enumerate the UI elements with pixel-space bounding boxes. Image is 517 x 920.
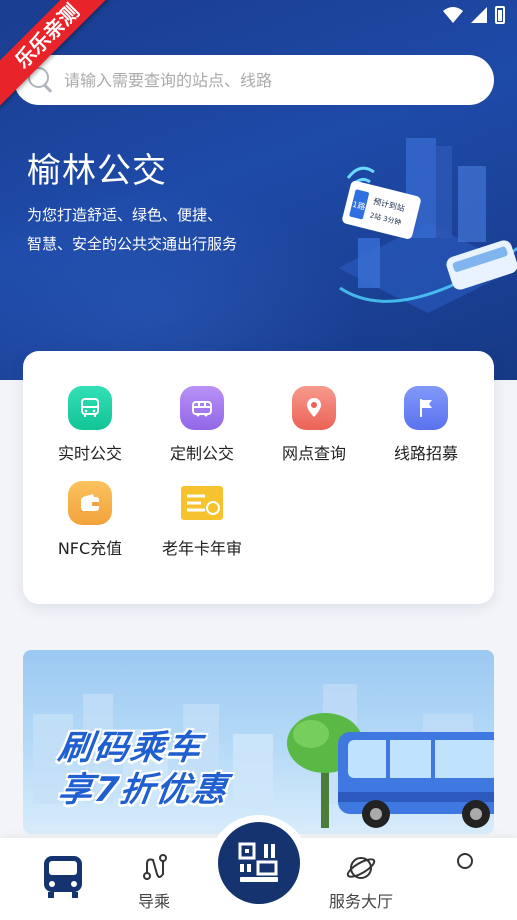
scan-qr-button[interactable]	[218, 822, 300, 904]
signal-icon	[471, 7, 487, 23]
menu-item-realtime-bus[interactable]: 实时公交	[34, 386, 146, 464]
qr-code-icon	[238, 842, 278, 882]
tab-service-hall-label: 服务大厅	[328, 892, 393, 911]
menu-label: 网点查询	[281, 444, 346, 463]
tab-service-hall[interactable]: 服务大厅	[311, 838, 411, 920]
profile-icon	[457, 853, 473, 869]
bus-icon	[68, 386, 112, 430]
promo-banner[interactable]: 刷码乘车 享7折优惠	[23, 650, 494, 834]
page-title: 榆林公交	[27, 151, 167, 191]
menu-label: 定制公交	[169, 444, 234, 463]
bus-illustration	[338, 732, 494, 828]
menu-item-route-recruit[interactable]: 线路招募	[370, 386, 482, 464]
senior-card-icon	[180, 481, 224, 525]
promo-line2: 享7折优惠	[55, 770, 231, 810]
tab-guide-label: 导乘	[137, 892, 170, 911]
flag-icon	[404, 386, 448, 430]
route-icon	[143, 854, 167, 880]
menu-label: 线路招募	[393, 444, 458, 463]
menu-label: 实时公交	[57, 444, 122, 463]
tab-guide[interactable]: 导乘	[104, 838, 204, 920]
location-icon	[292, 386, 336, 430]
hero-subtitle-line2: 智慧、安全的公共交通出行服务	[27, 235, 238, 253]
tab-profile[interactable]	[415, 838, 515, 920]
smart-city-illustration: 1路 预计到站 2站 3分钟	[338, 138, 517, 313]
wallet-icon	[68, 481, 112, 525]
menu-label: 老年卡年审	[161, 539, 242, 558]
service-menu-card: 实时公交 定制公交 网点查询 线路招募 NFC充值 老年卡年审	[23, 351, 494, 604]
battery-icon	[495, 6, 505, 24]
wifi-icon	[443, 7, 463, 23]
hero-subtitle-line1: 为您打造舒适、绿色、便捷、	[27, 206, 223, 224]
menu-item-custom-bus[interactable]: 定制公交	[146, 386, 258, 464]
search-input[interactable]	[64, 70, 464, 90]
custom-bus-icon	[180, 386, 224, 430]
search-bar[interactable]	[14, 55, 494, 105]
menu-item-nfc-recharge[interactable]: NFC充值	[34, 481, 146, 559]
menu-label: NFC充值	[57, 539, 123, 558]
planet-icon	[346, 857, 376, 879]
menu-item-outlet-search[interactable]: 网点查询	[258, 386, 370, 464]
menu-item-senior-card[interactable]: 老年卡年审	[146, 481, 258, 559]
tab-home[interactable]	[12, 838, 112, 920]
bus-home-icon	[44, 856, 82, 898]
